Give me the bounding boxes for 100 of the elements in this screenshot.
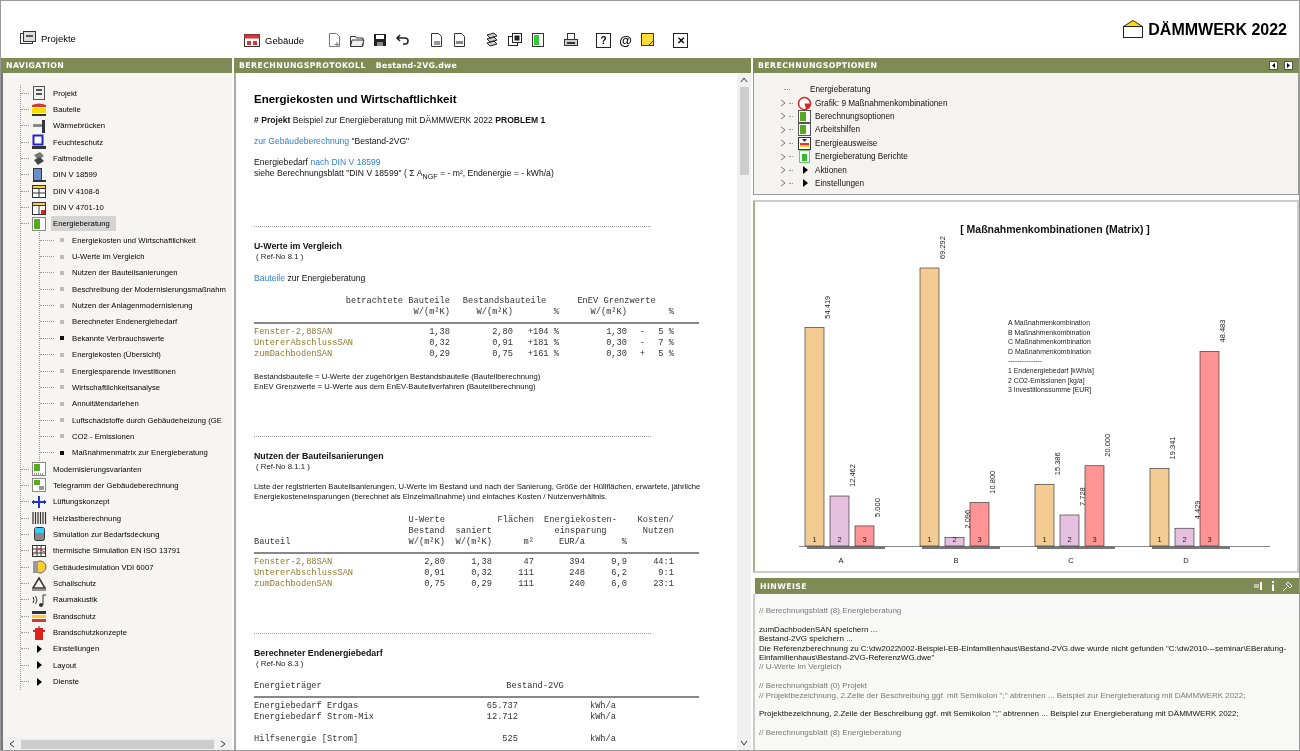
expand-arrow-icon[interactable] [35,643,43,654]
table-cell-text: +161 % [526,348,559,360]
table-cell-text: Energiebedarf Strom-Mix [254,711,375,723]
undo-icon[interactable] [395,32,412,48]
align-icon[interactable] [1254,581,1264,591]
scrollbar-thumb[interactable] [739,87,749,175]
right-arrow-icon[interactable] [1284,61,1293,70]
expand-chevron-icon[interactable] [780,152,786,161]
table-cell-text: 240 [568,578,585,590]
table-cell-text: 7 % [657,337,674,349]
expand-chevron-icon[interactable] [780,166,786,175]
table-cell-text: 0,91 [423,567,445,579]
log-line: // Berechnungsblatt (8) Energieberatung [759,606,903,616]
column-header: m² [522,536,534,548]
table-cell-text: 44:1 [652,556,674,568]
expand-chevron-icon[interactable] [780,112,786,121]
save-icon[interactable] [372,32,389,48]
document-title: Energiekosten und Wirtschaftlichkeit [254,93,458,105]
tree-item[interactable]: Einstellungen [815,178,865,188]
certificate-icon [797,135,812,151]
log-line: Die Referenzberechnung zu C:\dw2022\002-Beispiel-EB-Einfamilienhaus\Bestand-2VG.dwe wurde nicht gefunden "C:\dw2010---seminar\EBeratung-Einfamilienhaus\Bestand-2VG-ReferenzWG.dwe" [759,643,1288,663]
table-cell-text: 0,30 [605,337,627,349]
note-icon[interactable] [640,32,657,48]
table-cell-text: UntererAbschlussSAN [254,567,355,579]
tree-item[interactable]: Energieausweise [815,138,878,148]
page-icon[interactable] [428,32,445,48]
text-line: zur Gebäudeberechnung "Bestand-2VG" [254,136,411,147]
text-line: Energiebedarf nach DIN V 18599 [254,157,382,168]
section-title: Nutzen der Bauteilsanierungen [254,450,385,461]
chart-title: [ Maßnahmenkombinationen (Matrix) ] [960,223,1150,235]
tree-item[interactable]: Aktionen [815,165,847,175]
tree-item[interactable]: Arbeitshilfen [815,125,861,135]
column-header: Bestand-2VG [505,680,565,692]
column-header: W/(m²K) [412,306,450,318]
table-cell-text: 0,32 [470,567,492,579]
column-header: Energiekosten- [543,514,618,526]
info-icon[interactable] [1270,581,1276,591]
table-cell-text: + [638,348,645,360]
document-bar-icon [797,149,812,165]
table-cell-text: zumDachbodenSAN [254,578,334,590]
column-header: % [620,536,627,548]
numbered-page-icon[interactable] [451,32,468,48]
table-cell-text: - [638,337,645,349]
marked-page-icon [31,215,47,232]
cabinet-icon [31,624,47,641]
left-arrow-icon[interactable] [1269,61,1278,70]
tree-item[interactable]: Grafik: 9 Maßnahmenkombinationen [815,98,948,108]
horizontal-scrollbar[interactable] [1,738,232,750]
triangle-marker-icon[interactable] [800,178,809,189]
printer-icon[interactable] [563,32,580,48]
expand-chevron-icon[interactable] [780,179,786,188]
scrollbar-thumb[interactable] [21,739,214,749]
table-cell-text: 65.737 [485,700,518,712]
expand-chevron-icon[interactable] [780,99,786,108]
expand-chevron-icon[interactable] [780,125,786,134]
triangle-marker-icon[interactable] [800,165,809,176]
column-header: % [667,306,674,318]
column-header: EnEV Grenzwerte [576,295,657,307]
expand-chevron-icon[interactable] [780,139,786,148]
column-header: Energieträger [254,680,323,692]
column-header: W/(m²K) [589,306,627,318]
table-cell-text: 0,91 [491,337,513,349]
pin-icon[interactable] [1282,580,1293,592]
tree-item[interactable]: Energieberatung Berichte [815,152,908,162]
column-header: Nutzen [641,525,674,537]
building-button[interactable]: Gebäude [240,30,308,50]
half-circle-icon [31,559,47,576]
copy-icon[interactable] [507,32,524,48]
table-cell-text: +181 % [526,337,559,349]
column-header: EUR/a [557,536,585,548]
new-file-icon[interactable] [326,32,343,48]
vertical-scrollbar[interactable] [737,73,751,750]
section-title: Berechneter Endenergiebedarf [254,647,384,658]
bracket-icon [31,117,47,134]
table-cell-text: 394 [568,556,585,568]
link[interactable]: Bauteile [254,272,286,283]
tree-item[interactable]: Berechnungsoptionen [815,111,895,121]
projects-button[interactable]: Projekte [16,28,238,48]
column-header: einsparung [553,525,608,537]
table-cell-text: UntererAbschlussSAN [254,337,355,349]
marked-page-icon [31,477,47,494]
triangle-icon [31,575,47,592]
table-cell-text: 9,9 [610,556,627,568]
close-button[interactable]: ✕ [673,32,689,48]
table-cell-text: 525 [501,732,518,745]
radiator-icon [31,510,47,527]
link[interactable]: zur Gebäudeberechnung [254,136,350,146]
marked-page-icon[interactable] [530,32,547,48]
document-icon [31,85,47,102]
expand-arrow-icon[interactable] [35,660,43,671]
pie-chart-icon [797,95,812,111]
expand-arrow-icon[interactable] [35,676,43,687]
table-cell-text: zumDachbodenSAN [254,348,334,360]
table-cell-text: 47 [522,556,534,568]
log-line: Bestand-2VG speichern ... [759,634,854,644]
log-line: // Berechnungsblatt (0) Projekt [759,681,869,691]
sound-icon [31,591,47,608]
link[interactable]: nach DIN V 18599 [310,157,381,167]
help-button[interactable]: ? [596,32,612,48]
tree-item[interactable]: Energieberatung [810,85,871,95]
